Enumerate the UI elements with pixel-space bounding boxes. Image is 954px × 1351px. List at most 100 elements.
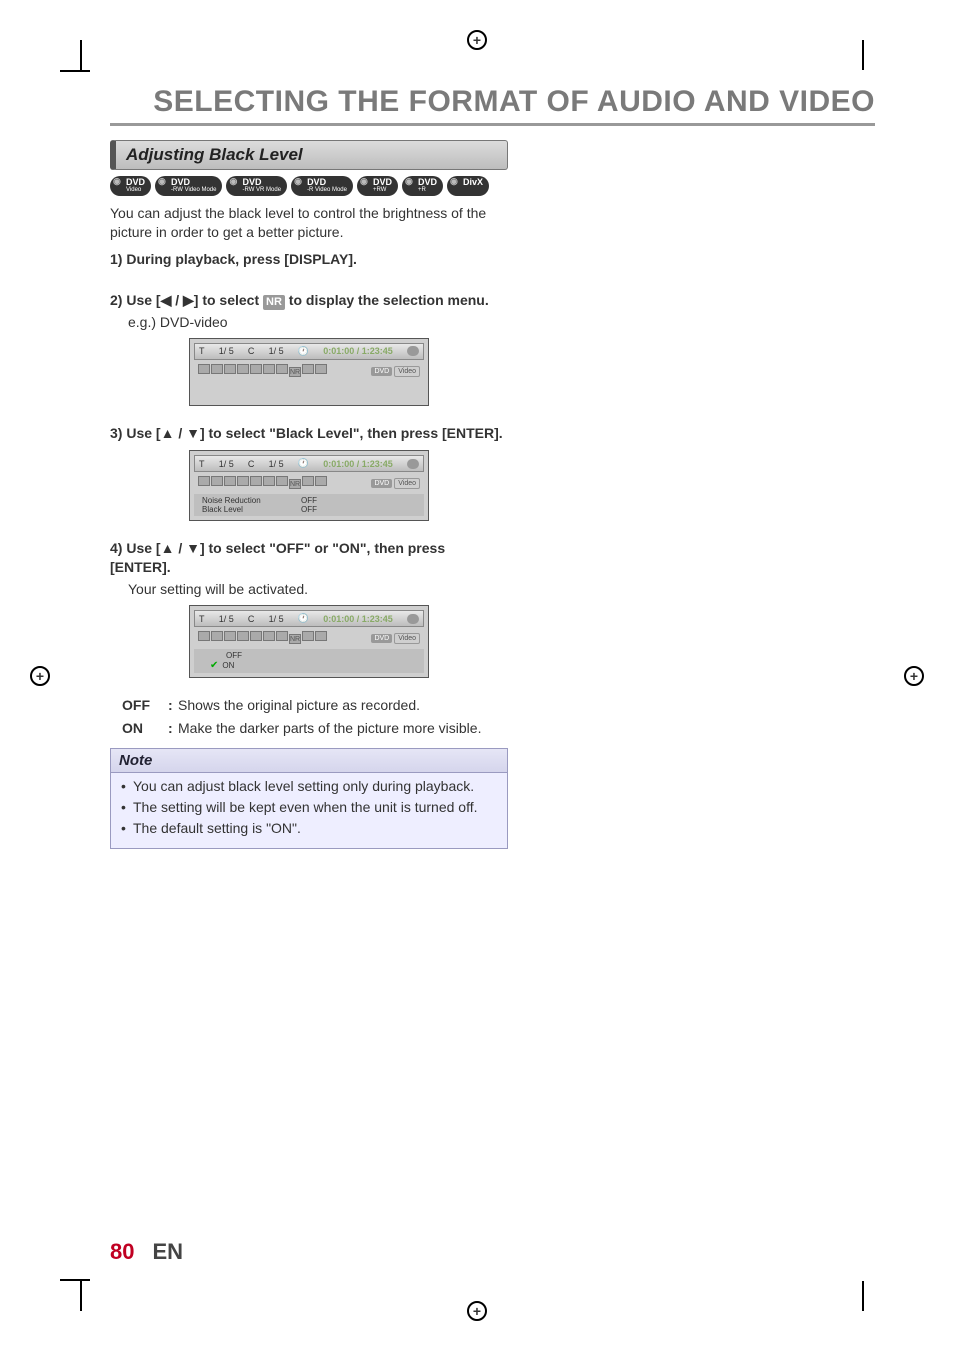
osd-icon-strip: NR [198,364,328,377]
colon: : [168,719,178,738]
osd-tag-video: Video [394,633,420,644]
step-4-lead-a: 4) Use [ [110,540,161,556]
setting-off-key: OFF [122,696,168,715]
osd-time: 0:01:00 / 1:23:45 [323,346,393,356]
crop-mark [862,40,864,70]
step-2-lead-c: to display the selection menu. [285,292,489,308]
page-title: SELECTING THE FORMAT OF AUDIO AND VIDEO [110,85,875,126]
step-2-lead-b: ] to select [194,292,263,308]
osd-c-label: C [248,459,255,469]
clock-icon: 🕐 [298,346,309,357]
osd-icon-strip: NR [198,476,328,489]
note-item: The setting will be kept even when the u… [121,798,497,817]
osd-row-icons: NR DVDVideo [194,629,424,646]
option-on: ON [222,661,234,670]
media-badge: DVD-R Video Mode [291,176,353,196]
left-column: Adjusting Black Level DVDVideoDVD-RW Vid… [110,140,508,849]
osd-row-icons: NR DVDVideo [194,362,424,379]
crop-mark [60,70,90,72]
note-body: You can adjust black level setting only … [111,773,507,838]
registration-mark-bottom [467,1301,487,1321]
osd-row-top: T 1/ 5 C 1/ 5 🕐 0:01:00 / 1:23:45 [194,610,424,627]
step-3-lead-a: 3) Use [ [110,425,161,441]
media-badge: DVD+R [402,176,443,196]
osd-row-icons: NR DVDVideo [194,474,424,491]
registration-mark-right [904,666,924,686]
osd-title-count: 1/ 5 [219,459,234,469]
clock-icon: 🕐 [298,458,309,469]
submenu-nr-label: Noise Reduction [202,496,261,505]
note-item: You can adjust black level setting only … [121,777,497,796]
section-header: Adjusting Black Level [110,140,508,170]
osd-icon-strip: NR [198,631,328,644]
up-down-arrows: ▲ / ▼ [161,540,200,556]
step-1: 1) During playback, press [DISPLAY]. [110,250,508,269]
osd-pill-icon [407,459,419,469]
setting-on-desc: Make the darker parts of the picture mor… [178,719,508,738]
page-footer: 80EN [110,1239,183,1265]
media-badge: DVD+RW [357,176,398,196]
submenu-bl-label: Black Level [202,505,243,514]
setting-on-row: ON : Make the darker parts of the pictur… [122,719,508,738]
submenu-nr-value: OFF [301,496,317,505]
osd-tag-video: Video [394,478,420,489]
osd-chapter-count: 1/ 5 [269,346,284,356]
osd-tags: DVDVideo [369,366,420,375]
registration-mark-left [30,666,50,686]
media-badge: DivX [447,176,489,196]
osd-tag-dvd: DVD [371,367,392,376]
colon: : [168,696,178,715]
note-title: Note [111,749,507,773]
step-1-lead: 1) During playback, press [DISPLAY]. [110,251,357,267]
media-badge: DVD-RW Video Mode [155,176,222,196]
crop-mark [862,1281,864,1311]
osd-tag-dvd: DVD [371,634,392,643]
nr-chip: NR [263,295,285,310]
left-right-arrows: ◀ / ▶ [161,292,194,308]
osd-pill-icon [407,346,419,356]
crop-mark [80,1281,82,1311]
option-off: OFF [226,651,242,660]
osd-row-top: T 1/ 5 C 1/ 5 🕐 0:01:00 / 1:23:45 [194,455,424,472]
osd-row-top: T 1/ 5 C 1/ 5 🕐 0:01:00 / 1:23:45 [194,343,424,360]
osd-title-count: 1/ 5 [219,346,234,356]
osd-time: 0:01:00 / 1:23:45 [323,614,393,624]
osd-tag-video: Video [394,366,420,377]
osd-c-label: C [248,614,255,624]
media-badge: DVD-RW VR Mode [226,176,287,196]
osd-tags: DVDVideo [369,478,420,487]
step-4: 4) Use [▲ / ▼] to select "OFF" or "ON", … [110,539,508,577]
page-lang: EN [152,1239,183,1264]
osd-tags: DVDVideo [369,633,420,642]
osd-nr-icon: NR [289,367,301,377]
osd-submenu: Noise Reduction OFF Black Level OFF [194,494,424,516]
submenu-bl-value: OFF [301,505,317,514]
setting-off-row: OFF : Shows the original picture as reco… [122,696,508,715]
step-3-lead-b: ] to select "Black Level", then press [E… [200,425,503,441]
intro-text: You can adjust the black level to contro… [110,204,508,242]
osd-c-label: C [248,346,255,356]
osd-t-label: T [199,614,205,624]
step-2: 2) Use [◀ / ▶] to select NR to display t… [110,291,508,310]
check-icon: ✔ [210,660,218,671]
osd-nr-icon: NR [289,479,301,489]
osd-screenshot-2: T 1/ 5 C 1/ 5 🕐 0:01:00 / 1:23:45 NR DVD… [189,450,429,521]
osd-t-label: T [199,346,205,356]
osd-pill-icon [407,614,419,624]
osd-chapter-count: 1/ 5 [269,614,284,624]
osd-time: 0:01:00 / 1:23:45 [323,459,393,469]
page-content: SELECTING THE FORMAT OF AUDIO AND VIDEO … [110,85,875,1265]
note-item: The default setting is "ON". [121,819,497,838]
osd-title-count: 1/ 5 [219,614,234,624]
osd-nr-icon: NR [289,634,301,644]
note-box: Note You can adjust black level setting … [110,748,508,849]
crop-mark [80,40,82,70]
osd-tag-dvd: DVD [371,479,392,488]
clock-icon: 🕐 [298,613,309,624]
step-4-post: Your setting will be activated. [128,581,508,597]
osd-t-label: T [199,459,205,469]
crop-mark [60,1279,90,1281]
step-2-lead-a: 2) Use [ [110,292,161,308]
setting-on-key: ON [122,719,168,738]
osd-chapter-count: 1/ 5 [269,459,284,469]
